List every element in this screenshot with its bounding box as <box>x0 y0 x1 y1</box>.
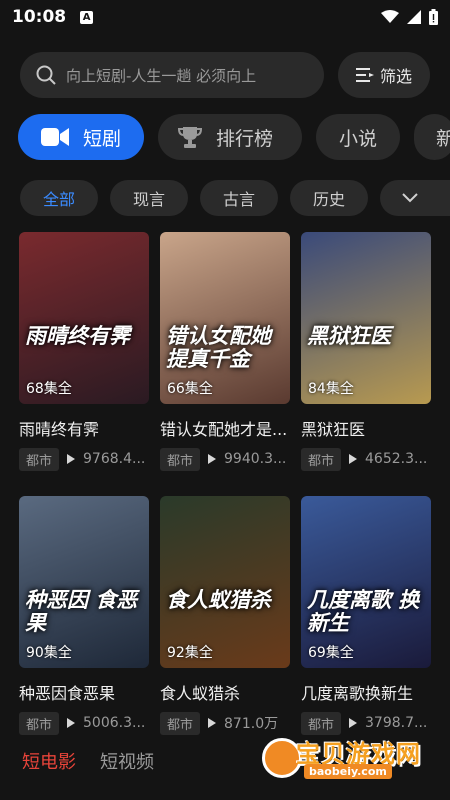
tab-label: 短剧 <box>82 127 121 150</box>
video-camera-icon <box>40 128 69 146</box>
tab-short-video[interactable]: 短视频 <box>100 748 154 774</box>
poster-title: 黑狱狂医 <box>307 323 391 348</box>
bottom-tabs: 短电影 短视频 <box>22 748 154 774</box>
status-time: 10:08 <box>12 7 67 27</box>
tab-label: 小说 <box>338 127 377 150</box>
status-icons <box>381 9 438 25</box>
episode-count: 92集全 <box>167 645 213 661</box>
drama-title[interactable]: 错认女配她才是... <box>160 416 290 440</box>
drama-grid: 雨晴终有霁 68集全 雨晴终有霁 都市 9768.4... 错认女配她 提真千金… <box>19 232 431 735</box>
genre-badge: 都市 <box>19 447 60 471</box>
filter-label: 筛选 <box>379 67 412 86</box>
expand-genres-button[interactable] <box>390 180 450 216</box>
tab-new[interactable]: 新 <box>414 114 450 160</box>
drama-title[interactable]: 几度离歌换新生 <box>301 680 431 704</box>
tab-short-movie[interactable]: 短电影 <box>22 748 76 774</box>
play-icon <box>67 718 76 728</box>
drama-meta: 都市 4652.3... <box>301 447 431 471</box>
view-count: 5006.3... <box>83 715 146 731</box>
genre-badge: 都市 <box>160 447 201 471</box>
poster-title: 食人蚁猎杀 <box>166 587 271 612</box>
drama-card[interactable]: 错认女配她 提真千金 66集全 错认女配她才是... 都市 9940.3... <box>160 232 290 471</box>
poster-title: 雨晴终有霁 <box>25 323 130 348</box>
drama-title[interactable]: 雨晴终有霁 <box>19 416 149 440</box>
search-icon <box>36 65 56 85</box>
notification-icon: A <box>80 10 94 24</box>
signal-icon <box>407 10 421 24</box>
drama-poster[interactable]: 错认女配她 提真千金 66集全 <box>160 232 290 404</box>
drama-title[interactable]: 黑狱狂医 <box>301 416 431 440</box>
search-input[interactable]: 向上短剧-人生一趟 必须向上 <box>20 52 324 98</box>
view-count: 4652.3... <box>365 451 428 467</box>
drama-card[interactable]: 几度离歌 换新生 69集全 几度离歌换新生 都市 3798.7... <box>301 496 431 735</box>
episode-count: 69集全 <box>308 645 354 661</box>
drama-card[interactable]: 黑狱狂医 84集全 黑狱狂医 都市 4652.3... <box>301 232 431 471</box>
play-icon <box>208 454 217 464</box>
episode-count: 84集全 <box>308 381 354 397</box>
view-count: 9768.4... <box>83 451 146 467</box>
watermark-url: baobeiy.com <box>304 764 392 779</box>
watermark-logo: 宝贝游戏网 baobeiy.com <box>262 710 422 790</box>
search-row: 向上短剧-人生一趟 必须向上 筛选 <box>20 52 430 98</box>
filter-button[interactable]: 筛选 <box>338 52 430 98</box>
drama-card[interactable]: 食人蚁猎杀 92集全 食人蚁猎杀 都市 871.0万 <box>160 496 290 735</box>
wifi-icon <box>381 10 399 23</box>
drama-poster[interactable]: 黑狱狂医 84集全 <box>301 232 431 404</box>
battery-icon <box>429 9 438 25</box>
tab-short-drama[interactable]: 短剧 <box>18 114 144 160</box>
tab-label: 排行榜 <box>216 127 274 150</box>
drama-meta: 都市 9940.3... <box>160 447 290 471</box>
poster-title: 错认女配她 提真千金 <box>166 323 271 372</box>
poster-title: 几度离歌 换新生 <box>307 587 420 636</box>
drama-meta: 都市 9768.4... <box>19 447 149 471</box>
drama-title[interactable]: 食人蚁猎杀 <box>160 680 290 704</box>
tab-ranking[interactable]: 排行榜 <box>158 114 302 160</box>
category-tabs: 短剧 排行榜 小说 新 <box>18 114 450 160</box>
drama-poster[interactable]: 食人蚁猎杀 92集全 <box>160 496 290 668</box>
drama-title[interactable]: 种恶因食恶果 <box>19 680 149 704</box>
episode-count: 90集全 <box>26 645 72 661</box>
episode-count: 66集全 <box>167 381 213 397</box>
genre-tabs: 全部 现言 古言 历史 <box>20 180 450 216</box>
filter-icon <box>355 68 374 82</box>
drama-poster[interactable]: 雨晴终有霁 68集全 <box>19 232 149 404</box>
trophy-icon <box>178 127 202 148</box>
genre-tab-ancient[interactable]: 古言 <box>200 180 278 216</box>
tab-novel[interactable]: 小说 <box>316 114 400 160</box>
genre-badge: 都市 <box>160 711 201 735</box>
genre-badge: 都市 <box>301 447 342 471</box>
episode-count: 68集全 <box>26 381 72 397</box>
play-icon <box>208 718 217 728</box>
drama-poster[interactable]: 几度离歌 换新生 69集全 <box>301 496 431 668</box>
poster-title: 种恶因 食恶果 <box>25 587 138 636</box>
drama-card[interactable]: 雨晴终有霁 68集全 雨晴终有霁 都市 9768.4... <box>19 232 149 471</box>
genre-badge: 都市 <box>19 711 60 735</box>
drama-meta: 都市 5006.3... <box>19 711 149 735</box>
drama-poster[interactable]: 种恶因 食恶果 90集全 <box>19 496 149 668</box>
search-placeholder: 向上短剧-人生一趟 必须向上 <box>66 66 257 85</box>
genre-tab-all[interactable]: 全部 <box>20 180 98 216</box>
play-icon <box>349 454 358 464</box>
genre-tab-history[interactable]: 历史 <box>290 180 368 216</box>
status-bar: 10:08 A <box>0 0 450 34</box>
view-count: 9940.3... <box>224 451 287 467</box>
chevron-down-icon <box>402 193 418 203</box>
drama-card[interactable]: 种恶因 食恶果 90集全 种恶因食恶果 都市 5006.3... <box>19 496 149 735</box>
play-icon <box>67 454 76 464</box>
genre-tab-modern[interactable]: 现言 <box>110 180 188 216</box>
tab-label: 新 <box>436 127 450 150</box>
